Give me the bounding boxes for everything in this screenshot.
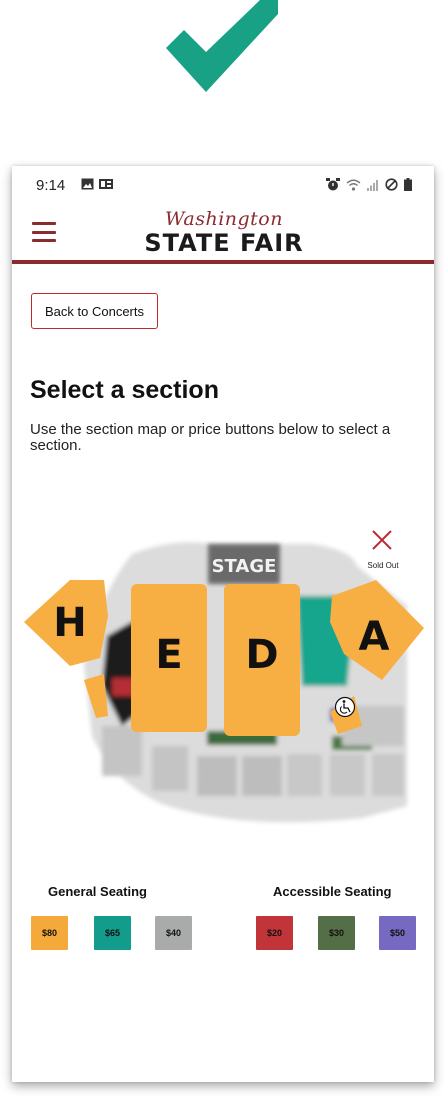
stage: STAGE: [208, 544, 280, 584]
seating-map: STAGE H E D A: [24, 542, 424, 823]
battery-icon: [404, 178, 412, 191]
success-check-icon: [160, 0, 284, 96]
price-30-button[interactable]: $30: [318, 916, 355, 950]
sold-out-label: Sold Out: [367, 561, 399, 570]
section-h-label: H: [53, 600, 86, 646]
close-x-icon: [372, 530, 392, 550]
status-bar: 9:14: [12, 166, 434, 204]
section-e-label: E: [155, 632, 182, 678]
price-80-button[interactable]: $80: [31, 916, 68, 950]
price-40-button[interactable]: $40: [155, 916, 192, 950]
stage-label: STAGE: [212, 556, 277, 577]
page-title: Select a section: [30, 376, 219, 404]
image-icon: [81, 178, 94, 190]
logo-main-text: STATE FAIR: [144, 229, 304, 257]
price-20-button[interactable]: $20: [256, 916, 293, 950]
signal-icon: [367, 179, 378, 191]
do-not-disturb-icon: [385, 178, 398, 191]
back-to-concerts-button[interactable]: Back to Concerts: [31, 293, 158, 329]
hamburger-menu-icon[interactable]: [32, 222, 56, 242]
washington-state-fair-logo[interactable]: Washington STATE FAIR: [126, 208, 322, 256]
price-65-button[interactable]: $65: [94, 916, 131, 950]
phone-screen: 9:14 Washington STATE FAIR Back to Conce…: [12, 166, 434, 1082]
section-a-label: A: [359, 614, 390, 660]
section-h[interactable]: H: [24, 580, 108, 718]
app-header: Washington STATE FAIR: [12, 204, 434, 264]
accessible-seating-title: Accessible Seating: [273, 884, 392, 899]
status-time: 9:14: [36, 177, 66, 194]
alarm-icon: [326, 178, 340, 191]
logo-script-text: Washington: [165, 208, 283, 230]
section-d[interactable]: D: [224, 584, 300, 736]
page-description: Use the section map or price buttons bel…: [30, 421, 391, 454]
sim-card-icon: [99, 179, 113, 189]
wheelchair-icon[interactable]: [334, 696, 356, 718]
general-seating-title: General Seating: [48, 884, 147, 899]
section-e[interactable]: E: [131, 584, 207, 732]
wifi-icon: [346, 179, 361, 191]
price-50-button[interactable]: $50: [379, 916, 416, 950]
section-d-label: D: [245, 632, 278, 678]
